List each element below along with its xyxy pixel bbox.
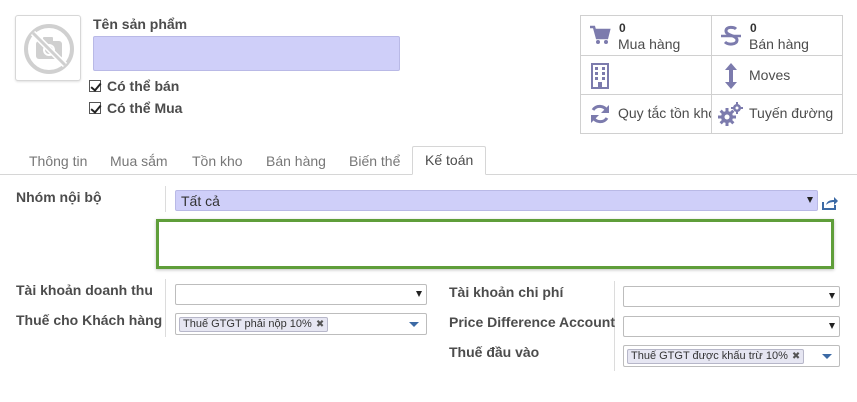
expense-account-label: Tài khoản chi phí [449,284,564,300]
vendor-tax-tag[interactable]: Thuế GTGT được khấu trừ 10% ✖ [627,349,805,364]
price-difference-account-select[interactable] [623,316,840,337]
field-separator [165,186,166,212]
tab-variants[interactable]: Biến thể [349,148,400,175]
tab-accounting[interactable]: Kế toán [412,146,487,175]
dropdown-caret-icon[interactable] [822,354,832,359]
vertical-arrows-icon [725,63,737,89]
income-account-select[interactable] [175,284,427,305]
highlight-box [156,219,834,269]
routes-label: Tuyến đường [749,105,834,121]
routes-smart-button[interactable]: Tuyến đường [712,95,843,134]
income-account-label: Tài khoản doanh thu [16,282,153,298]
moves-label: Moves [749,67,791,83]
sales-count: 0 [750,21,757,35]
customer-tax-tag[interactable]: Thuế GTGT phải nộp 10% ✖ [179,317,329,332]
shopping-cart-icon [590,25,611,44]
sales-label: Bán hàng [749,36,809,52]
internal-category-label: Nhóm nội bộ [16,189,102,205]
product-name-input[interactable] [93,36,400,71]
field-separator [165,279,166,337]
reordering-rules-smart-button[interactable]: Quy tắc tồn kho [581,95,712,134]
tab-purchase[interactable]: Mua sắm [110,148,168,175]
tab-sales[interactable]: Bán hàng [266,148,326,175]
sales-smart-button[interactable]: 0 Bán hàng [712,16,843,56]
internal-category-select[interactable]: Tất cả [175,190,818,211]
expense-account-select[interactable] [623,286,840,307]
internal-category-value: Tất cả [181,193,220,209]
smart-buttons: 0 Mua hàng 0 Bán hàng Moves Quy tắc tồn … [580,15,843,134]
customer-taxes-select[interactable]: Thuế GTGT phải nộp 10% ✖ [175,313,427,335]
external-link-icon[interactable] [821,196,839,210]
refresh-icon [591,104,609,124]
can-be-purchased-label: Có thể Mua [107,100,183,116]
can-be-sold-label: Có thể bán [107,78,180,94]
vendor-taxes-label: Thuế đầu vào [449,344,540,360]
dropdown-caret-icon[interactable] [829,323,835,329]
dollar-strike-icon [721,25,741,46]
remove-tag-icon[interactable]: ✖ [792,351,800,362]
dropdown-caret-icon[interactable] [416,291,422,297]
tab-general-information[interactable]: Thông tin [29,148,87,175]
reordering-rules-label: Quy tắc tồn kho [618,105,712,121]
building-smart-button[interactable] [581,56,712,95]
vendor-tax-tag-label: Thuế GTGT được khấu trừ 10% [631,350,788,362]
customer-taxes-label: Thuế cho Khách hàng [16,312,163,328]
dropdown-caret-icon[interactable] [829,293,835,299]
gears-icon [718,102,743,126]
product-image-placeholder[interactable] [15,15,81,81]
checkbox-checked-icon[interactable] [89,102,101,114]
vendor-taxes-select[interactable]: Thuế GTGT được khấu trừ 10% ✖ [623,345,840,367]
purchases-count: 0 [619,21,626,35]
no-camera-icon [24,24,74,74]
product-name-label: Tên sản phẩm [93,16,188,32]
dropdown-caret-icon[interactable] [409,322,419,327]
can-be-purchased-checkbox[interactable]: Có thể Mua [89,100,182,116]
building-icon [591,63,609,89]
purchases-label: Mua hàng [618,36,681,52]
price-difference-account-label: Price Difference Account [449,314,615,330]
can-be-sold-checkbox[interactable]: Có thể bán [89,78,179,94]
customer-tax-tag-label: Thuế GTGT phải nộp 10% [183,318,312,330]
dropdown-caret-icon[interactable] [807,197,813,203]
checkbox-checked-icon[interactable] [89,80,101,92]
remove-tag-icon[interactable]: ✖ [316,319,324,330]
moves-smart-button[interactable]: Moves [712,56,843,95]
tab-inventory[interactable]: Tồn kho [192,148,243,175]
purchases-smart-button[interactable]: 0 Mua hàng [581,16,712,56]
